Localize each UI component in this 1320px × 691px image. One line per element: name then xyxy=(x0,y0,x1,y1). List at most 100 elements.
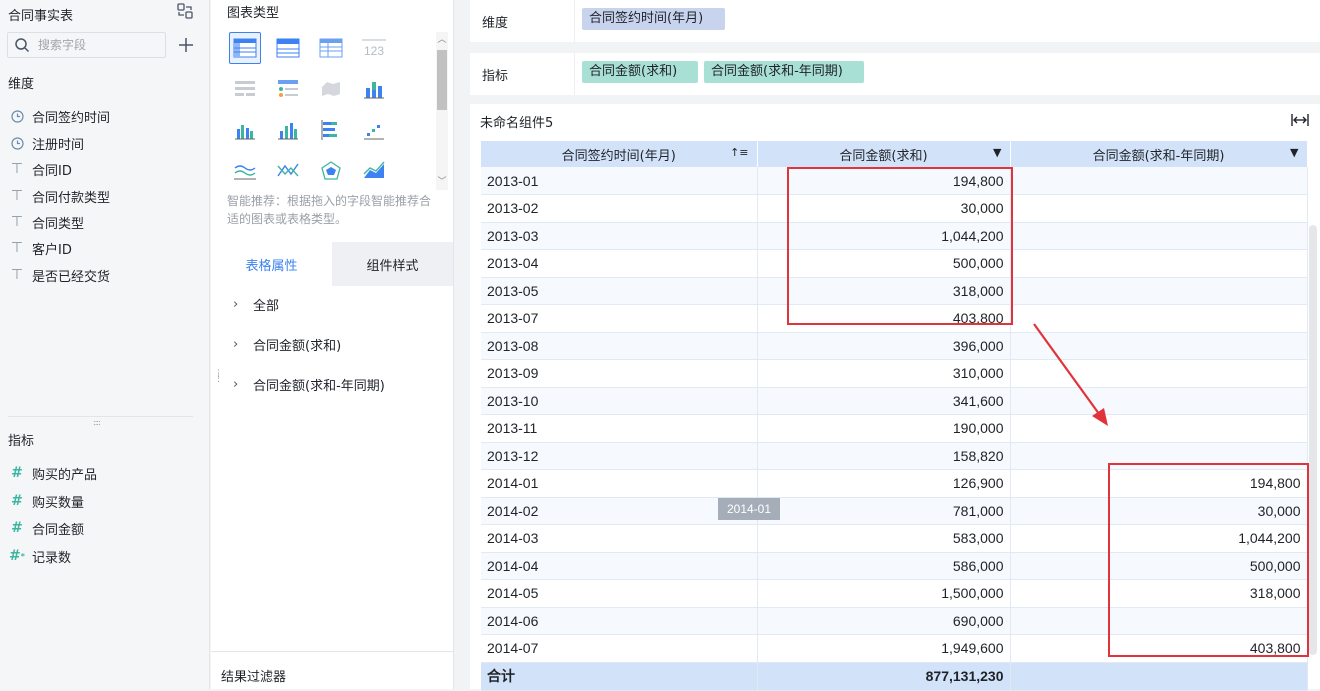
cell-date[interactable]: 2013-03 xyxy=(481,222,758,250)
field-item[interactable]: ⊤ 合同付款类型 xyxy=(10,186,110,206)
cell-date[interactable]: 2013-04 xyxy=(481,249,758,278)
tab-table-properties[interactable]: 表格属性 xyxy=(211,242,332,286)
grouped-column-icon[interactable] xyxy=(272,114,304,146)
table-row[interactable]: 2013-10 341,600 xyxy=(481,387,1308,415)
add-field-button[interactable] xyxy=(177,36,195,54)
cell-yoy[interactable] xyxy=(1010,277,1308,305)
column-header-date[interactable]: 合同签约时间(年月) ↑≡ xyxy=(481,141,758,167)
cell-yoy[interactable] xyxy=(1010,249,1308,278)
property-item-yoy[interactable]: › 合同金额(求和-年同期) xyxy=(233,374,385,394)
field-item[interactable]: # 购买数量 xyxy=(10,491,84,511)
table-chart-icon[interactable] xyxy=(229,32,261,64)
bar-chart-icon[interactable] xyxy=(315,114,347,146)
cell-sum[interactable]: 190,000 xyxy=(757,414,1011,443)
chevron-up-icon[interactable]: ︿ xyxy=(436,34,448,46)
cell-date[interactable]: 2013-10 xyxy=(481,387,758,415)
widget-title[interactable]: 未命名组件5 xyxy=(480,112,553,131)
scatter-chart-icon[interactable] xyxy=(358,114,390,146)
field-item[interactable]: # * 记录数 xyxy=(9,546,71,566)
cell-date[interactable]: 2013-11 xyxy=(481,414,758,443)
stacked-bar-icon[interactable] xyxy=(358,73,390,105)
cell-date[interactable]: 2013-12 xyxy=(481,442,758,470)
dropdown-arrow-icon[interactable]: ▼ xyxy=(993,146,1001,159)
column-chart-icon[interactable] xyxy=(229,114,261,146)
property-item-sum[interactable]: › 合同金额(求和) xyxy=(233,334,341,354)
cell-sum[interactable]: 341,600 xyxy=(757,387,1011,415)
cell-date[interactable]: 2013-02 xyxy=(481,194,758,223)
fit-width-icon[interactable] xyxy=(1290,112,1310,128)
cell-date[interactable]: 2014-02 xyxy=(481,497,758,525)
cross-table-icon[interactable] xyxy=(272,32,304,64)
column-header-sum[interactable]: 合同金额(求和) ▼ xyxy=(757,141,1011,167)
cell-date[interactable]: 2013-08 xyxy=(481,332,758,360)
hash-icon: # xyxy=(11,493,23,509)
cell-sum[interactable]: 690,000 xyxy=(757,607,1011,635)
dropdown-arrow-icon[interactable]: ▼ xyxy=(1290,146,1298,159)
line-chart-icon[interactable] xyxy=(229,155,261,187)
cell-sum[interactable]: 396,000 xyxy=(757,332,1011,360)
area-chart-icon[interactable] xyxy=(358,155,390,187)
heatmap-table-icon[interactable] xyxy=(229,73,261,105)
header-label: 合同金额(求和) xyxy=(839,148,928,164)
chart-type-scrollbar[interactable]: ︿ ﹀ xyxy=(436,32,448,190)
cell-date[interactable]: 2013-05 xyxy=(481,277,758,305)
cell-date[interactable]: 2013-07 xyxy=(481,304,758,333)
detail-table-icon[interactable] xyxy=(315,32,347,64)
table-row[interactable]: 2013-08 396,000 xyxy=(481,332,1308,360)
cell-date[interactable]: 2014-07 xyxy=(481,634,758,663)
resize-handle-icon[interactable]: :::: xyxy=(93,418,107,427)
kpi-card-icon[interactable] xyxy=(272,73,304,105)
cell-sum[interactable]: 1,949,600 xyxy=(757,634,1011,663)
cell-date[interactable]: 2014-06 xyxy=(481,607,758,635)
hash-star-icon: # * xyxy=(9,548,25,564)
cell-sum[interactable]: 586,000 xyxy=(757,552,1011,580)
header-label: 合同金额(求和-年同期) xyxy=(1092,148,1225,164)
cell-yoy[interactable] xyxy=(1010,222,1308,250)
cell-date[interactable]: 2013-09 xyxy=(481,359,758,388)
field-item[interactable]: 注册时间 xyxy=(10,133,84,153)
map-chart-icon[interactable] xyxy=(315,73,347,105)
field-search[interactable] xyxy=(7,32,166,58)
kpi-number-icon[interactable]: 123 xyxy=(358,32,390,64)
result-filter-section[interactable]: 结果过滤器 xyxy=(211,651,453,689)
cell-date[interactable]: 2014-04 xyxy=(481,552,758,580)
table-row[interactable]: 2013-11 190,000 xyxy=(481,414,1308,443)
field-item[interactable]: # 合同金额 xyxy=(10,518,84,538)
cell-sum[interactable]: 583,000 xyxy=(757,524,1011,553)
column-header-yoy[interactable]: 合同金额(求和-年同期) ▼ xyxy=(1010,141,1308,167)
field-item[interactable]: ⊤ 是否已经交货 xyxy=(10,265,110,285)
table-scrollbar[interactable] xyxy=(1309,225,1317,655)
tab-component-style[interactable]: 组件样式 xyxy=(332,242,453,286)
cell-sum[interactable]: 158,820 xyxy=(757,442,1011,470)
field-item[interactable]: ⊤ 合同类型 xyxy=(10,212,84,232)
cell-sum[interactable]: 310,000 xyxy=(757,359,1011,388)
property-item-all[interactable]: › 全部 xyxy=(233,294,279,314)
text-type-icon: ⊤ xyxy=(10,267,24,283)
field-item[interactable]: 合同签约时间 xyxy=(10,106,110,126)
measure-pill[interactable]: 合同金额(求和-年同期) xyxy=(704,61,864,83)
table-row[interactable]: 2013-09 310,000 xyxy=(481,359,1308,388)
radar-chart-icon[interactable] xyxy=(315,155,347,187)
scroll-thumb[interactable] xyxy=(437,50,447,110)
field-item[interactable]: ⊤ 客户ID xyxy=(10,238,72,258)
search-input[interactable] xyxy=(38,36,158,54)
cell-date[interactable]: 2014-05 xyxy=(481,579,758,608)
field-item[interactable]: ⊤ 合同ID xyxy=(10,159,72,179)
multi-line-icon[interactable] xyxy=(272,155,304,187)
dimension-pill[interactable]: 合同签约时间(年月) xyxy=(582,8,725,30)
field-item[interactable]: # 购买的产品 xyxy=(10,463,97,483)
cell-date[interactable]: 2014-01 xyxy=(481,469,758,498)
cell-sum[interactable]: 126,900 xyxy=(757,469,1011,498)
measure-pill[interactable]: 合同金额(求和) xyxy=(582,61,698,83)
switch-dataset-icon[interactable] xyxy=(176,2,194,20)
cell-sum[interactable]: 1,500,000 xyxy=(757,579,1011,608)
sort-icon[interactable]: ↑≡ xyxy=(730,146,748,159)
drag-handle-icon[interactable]: ⋮ ⋮ xyxy=(214,370,223,384)
total-yoy xyxy=(1010,662,1308,691)
cell-sum[interactable]: 781,000 xyxy=(757,497,1011,525)
chevron-down-icon[interactable]: ﹀ xyxy=(436,176,448,188)
cell-date[interactable]: 2013-01 xyxy=(481,167,758,195)
cell-date[interactable]: 2014-03 xyxy=(481,524,758,553)
cell-yoy[interactable] xyxy=(1010,194,1308,223)
cell-yoy[interactable] xyxy=(1010,167,1308,195)
